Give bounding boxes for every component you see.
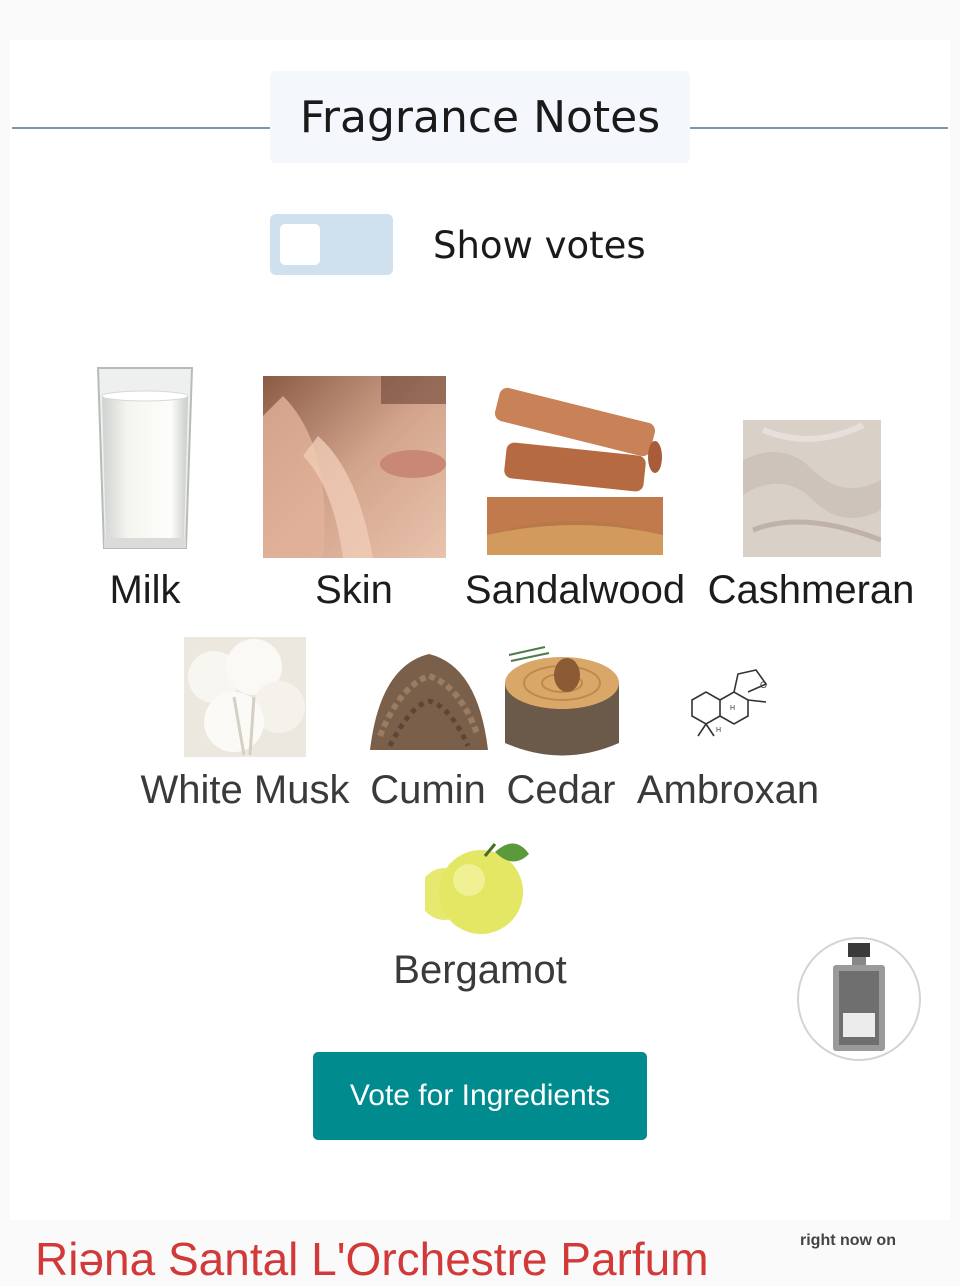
note-label: Bergamot bbox=[393, 948, 567, 992]
note-label: Cedar bbox=[506, 768, 616, 812]
vote-for-ingredients-button[interactable]: Vote for Ingredients bbox=[313, 1052, 647, 1140]
note-label: Ambroxan bbox=[636, 768, 820, 812]
title-divider-left bbox=[12, 127, 270, 129]
ad-text: right now on bbox=[800, 1232, 896, 1249]
svg-text:O: O bbox=[760, 680, 767, 690]
toggle-knob bbox=[280, 224, 320, 265]
skin-face-icon bbox=[263, 376, 446, 558]
cumin-seeds-icon bbox=[370, 654, 488, 750]
section-title-box: Fragrance Notes bbox=[270, 71, 690, 163]
show-votes-toggle[interactable] bbox=[270, 214, 393, 275]
fragrance-notes-card bbox=[10, 40, 950, 1220]
sandalwood-logs-icon bbox=[487, 387, 663, 555]
section-title: Fragrance Notes bbox=[299, 91, 661, 143]
note-label: Sandalwood bbox=[464, 568, 686, 612]
perfume-bottle-badge[interactable] bbox=[797, 937, 921, 1061]
white-fluff-icon bbox=[184, 637, 306, 757]
perfume-title[interactable]: Riəna Santal L'Orchestre Parfum bbox=[35, 1232, 709, 1286]
note-label: Cashmeran bbox=[707, 568, 915, 612]
molecule-structure-icon: O H H bbox=[691, 669, 768, 737]
cedar-stump-icon bbox=[505, 646, 619, 756]
bergamot-fruit-icon bbox=[425, 843, 529, 934]
svg-text:H: H bbox=[716, 727, 721, 734]
show-votes-label: Show votes bbox=[433, 224, 646, 267]
svg-text:H: H bbox=[730, 705, 735, 712]
title-divider-right bbox=[690, 127, 948, 129]
note-label: Cumin bbox=[370, 768, 486, 812]
note-label: Milk bbox=[109, 568, 181, 612]
milk-glass-icon bbox=[96, 367, 194, 549]
note-label: White Musk bbox=[140, 768, 350, 812]
perfume-bottle-icon bbox=[833, 943, 885, 1051]
cashmere-fabric-icon bbox=[743, 420, 881, 557]
note-label: Skin bbox=[315, 568, 393, 612]
